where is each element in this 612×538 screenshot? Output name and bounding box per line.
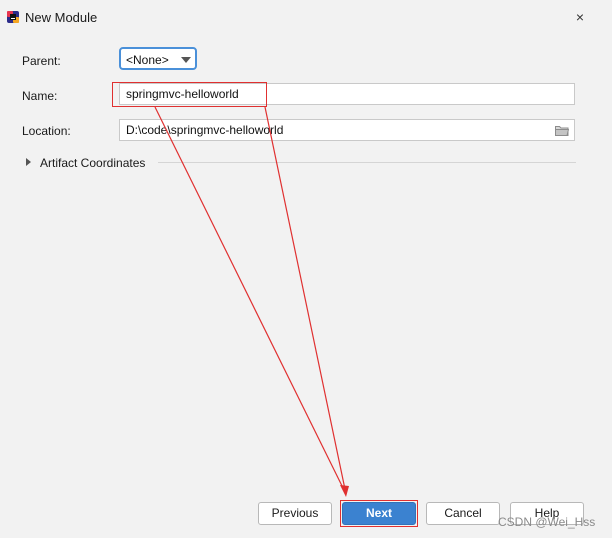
title-bar: New Module × [0, 0, 612, 34]
next-button[interactable]: Next [342, 502, 416, 525]
folder-icon[interactable] [555, 125, 569, 136]
intellij-app-icon [7, 11, 19, 23]
location-input[interactable]: D:\code\springmvc-helloworld [119, 119, 575, 141]
annotation-arrow [154, 106, 349, 497]
section-divider [158, 162, 576, 163]
name-input[interactable]: springmvc-helloworld [119, 83, 575, 105]
new-module-dialog: New Module × Parent: <None> Name: spring… [0, 0, 612, 538]
chevron-down-icon [181, 57, 191, 63]
dialog-title: New Module [25, 10, 98, 25]
cancel-button[interactable]: Cancel [426, 502, 500, 525]
chevron-right-icon [26, 158, 31, 166]
location-label: Location: [22, 124, 71, 138]
close-icon: × [575, 9, 585, 25]
previous-button[interactable]: Previous [258, 502, 332, 525]
close-button[interactable]: × [570, 8, 590, 26]
parent-label: Parent: [22, 54, 61, 68]
name-label: Name: [22, 89, 58, 103]
artifact-coordinates-label: Artifact Coordinates [40, 156, 146, 170]
watermark: CSDN @Wei_Hss [498, 515, 596, 529]
parent-dropdown[interactable]: <None> [119, 47, 197, 70]
parent-dropdown-value: <None> [126, 53, 169, 67]
